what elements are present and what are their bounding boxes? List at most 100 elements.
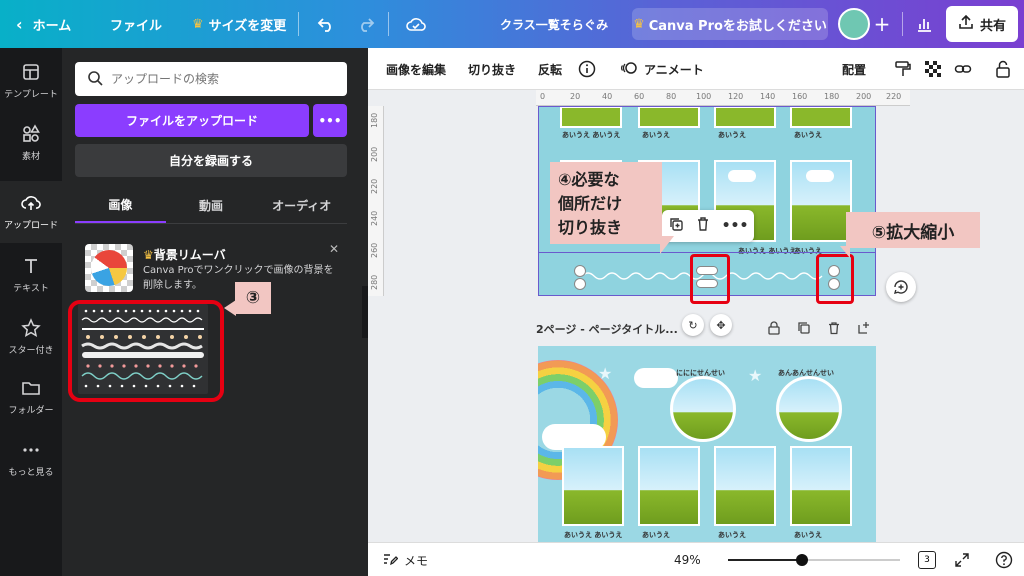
guide-line xyxy=(538,252,876,253)
resize-button[interactable]: ♛ サイズを変更 xyxy=(192,0,286,48)
fullscreen-icon[interactable] xyxy=(952,550,972,570)
ruler-tick: 100 xyxy=(696,92,712,101)
photo-card[interactable] xyxy=(790,446,852,526)
ruler-tick: 0 xyxy=(540,92,546,101)
crop-button[interactable]: 切り抜き xyxy=(468,48,516,90)
insights-chart-icon[interactable] xyxy=(912,12,936,36)
animate-button[interactable]: アニメート xyxy=(620,48,704,90)
duplicate-page-icon[interactable] xyxy=(796,320,812,336)
search-input[interactable] xyxy=(111,72,331,86)
lock-icon[interactable] xyxy=(992,58,1014,80)
zoom-level[interactable]: 49% xyxy=(674,543,701,576)
rail-item-more[interactable]: もっと見る xyxy=(0,428,62,490)
rail-label: スター付き xyxy=(8,346,54,356)
ruler-tick: 60 xyxy=(634,92,645,101)
zoom-slider-knob[interactable] xyxy=(796,554,808,566)
undo-icon[interactable] xyxy=(314,12,338,36)
link-icon[interactable] xyxy=(952,58,974,80)
beach-ball-image xyxy=(91,250,127,286)
rail-item-text[interactable]: テキスト xyxy=(0,244,62,306)
left-rail: テンプレート 素材 アップロード テキスト スター付き フォルダー もっと見る xyxy=(0,48,62,576)
try-pro-button[interactable]: ♛ Canva Proをお試しください xyxy=(632,8,828,40)
highlight-box-step-3 xyxy=(68,300,224,402)
add-page-icon[interactable] xyxy=(856,320,872,336)
ruler-tick: 200 xyxy=(370,146,379,162)
card-caption: あいうえ あいうえ xyxy=(564,531,623,539)
document-title[interactable]: クラス一覧そらぐみ xyxy=(500,0,608,48)
avatar[interactable] xyxy=(838,8,870,40)
upload-file-button[interactable]: ファイルをアップロード xyxy=(75,104,309,137)
vertical-ruler: 180 200 220 240 260 280 xyxy=(368,106,384,296)
duplicate-icon[interactable] xyxy=(668,216,684,236)
upload-more-button[interactable]: ••• xyxy=(313,104,347,137)
teacher-photo-2[interactable] xyxy=(776,376,842,442)
template-icon xyxy=(23,64,39,80)
resize-handle[interactable] xyxy=(574,265,586,277)
elements-icon xyxy=(23,124,40,142)
record-yourself-button[interactable]: 自分を録画する xyxy=(75,144,347,177)
ruler-tick: 180 xyxy=(824,92,840,101)
paint-roller-icon[interactable] xyxy=(892,58,914,80)
cloud-saved-icon[interactable] xyxy=(404,12,428,36)
page-count-button[interactable]: 3 xyxy=(918,551,936,569)
tab-videos[interactable]: 動画 xyxy=(166,188,257,223)
rail-item-uploads[interactable]: アップロード xyxy=(0,181,62,243)
search-box[interactable] xyxy=(75,62,347,96)
upload-cloud-icon xyxy=(21,196,41,210)
context-toolbar: 画像を編集 切り抜き 反転 アニメート 配置 xyxy=(368,48,1024,90)
help-icon[interactable] xyxy=(994,550,1014,570)
more-icon xyxy=(23,448,39,452)
delete-page-icon[interactable] xyxy=(826,320,842,336)
media-tabs: 画像 動画 オーディオ xyxy=(75,188,347,224)
rail-label: テンプレート xyxy=(4,90,58,100)
page-2-title[interactable]: 2ページ - ページタイトル... xyxy=(536,321,678,337)
design-page-2[interactable]: ★ ★ にににせんせい あんあんせんせい あいうえ あいうえ あいうえ あいうえ… xyxy=(538,346,876,542)
resize-handle[interactable] xyxy=(574,278,586,290)
zoom-slider[interactable] xyxy=(728,559,900,561)
redo-icon[interactable] xyxy=(354,12,378,36)
upload-share-icon xyxy=(958,14,974,34)
add-comment-icon[interactable] xyxy=(886,272,916,302)
promo-title-label: 背景リムーバ xyxy=(153,248,226,262)
animate-label: アニメート xyxy=(644,62,704,77)
chevron-left-icon: ‹ xyxy=(16,14,23,34)
background-remover-promo[interactable]: ♛背景リムーバ Canva Proでワンクリックで画像の背景を削除します。 ✕ xyxy=(75,236,347,298)
transparency-icon[interactable] xyxy=(922,58,944,80)
rail-item-elements[interactable]: 素材 xyxy=(0,112,62,174)
crown-icon: ♛ xyxy=(192,16,204,32)
edit-image-button[interactable]: 画像を編集 xyxy=(386,48,446,90)
close-icon[interactable]: ✕ xyxy=(329,242,339,256)
highlight-box-step-4 xyxy=(690,254,730,304)
text-icon xyxy=(25,259,37,273)
notes-button[interactable]: メモ xyxy=(382,543,428,576)
rail-item-starred[interactable]: スター付き xyxy=(0,306,62,368)
share-button[interactable]: 共有 xyxy=(946,6,1018,42)
add-collaborator-icon[interactable]: + xyxy=(872,12,892,36)
flip-button[interactable]: 反転 xyxy=(538,48,562,90)
notes-label: メモ xyxy=(404,553,429,568)
rail-label: テキスト xyxy=(13,284,49,294)
more-options-icon[interactable]: ••• xyxy=(722,218,749,234)
lock-icon[interactable] xyxy=(766,320,782,336)
info-icon[interactable] xyxy=(576,58,598,80)
teacher-photo-1[interactable] xyxy=(670,376,736,442)
photo-card[interactable] xyxy=(562,446,624,526)
ruler-tick: 160 xyxy=(792,92,808,101)
callout-pointer xyxy=(660,236,674,254)
position-button[interactable]: 配置 xyxy=(842,48,866,90)
card-caption: あいうえ xyxy=(794,531,822,539)
ruler-tick: 200 xyxy=(856,92,872,101)
ruler-tick: 180 xyxy=(370,112,379,128)
home-button[interactable]: ‹ ホーム xyxy=(16,0,71,48)
divider xyxy=(298,12,299,36)
tab-audio[interactable]: オーディオ xyxy=(256,188,347,223)
photo-card[interactable] xyxy=(714,446,776,526)
star-decoration-icon: ★ xyxy=(748,366,763,385)
callout-pointer xyxy=(840,246,850,258)
trash-icon[interactable] xyxy=(695,216,711,236)
photo-card[interactable] xyxy=(638,446,700,526)
tab-images[interactable]: 画像 xyxy=(75,188,166,223)
rail-item-folders[interactable]: フォルダー xyxy=(0,366,62,428)
file-menu[interactable]: ファイル xyxy=(110,0,162,48)
rail-item-templates[interactable]: テンプレート xyxy=(0,50,62,112)
